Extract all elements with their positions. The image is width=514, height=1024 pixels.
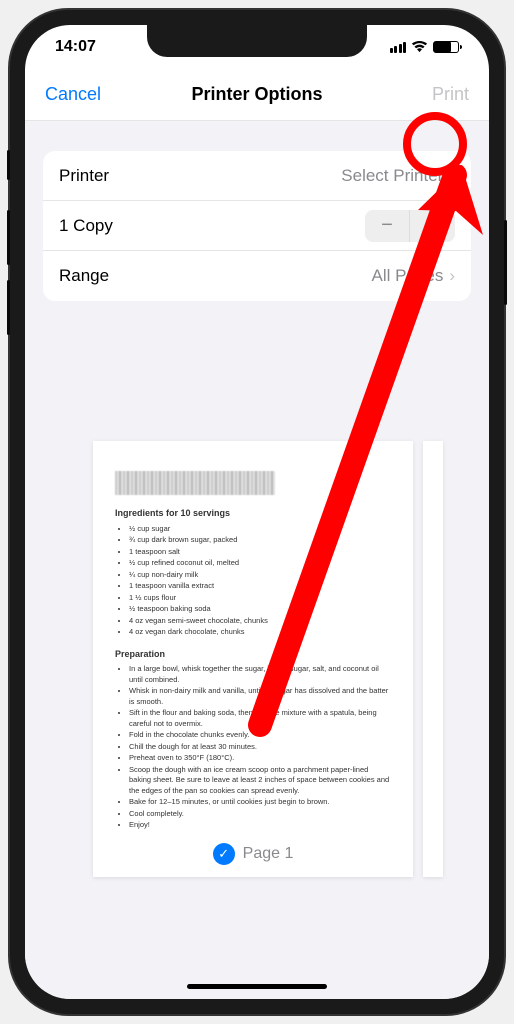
list-item: 4 oz vegan semi-sweet chocolate, chunks (129, 616, 391, 627)
list-item: Bake for 12–15 minutes, or until cookies… (129, 797, 391, 808)
copies-label: 1 Copy (59, 216, 113, 236)
wifi-icon (411, 41, 428, 53)
list-item: Chill the dough for at least 30 minutes. (129, 742, 391, 753)
preparation-heading: Preparation (115, 648, 391, 661)
preview-area[interactable]: Ingredients for 10 servings ½ cup sugar¾… (43, 441, 471, 877)
list-item: Cool completely. (129, 809, 391, 820)
cancel-button[interactable]: Cancel (45, 84, 101, 105)
list-item: Scoop the dough with an ice cream scoop … (129, 765, 391, 797)
list-item: 4 oz vegan dark chocolate, chunks (129, 627, 391, 638)
list-item: Fold in the chocolate chunks evenly. (129, 730, 391, 741)
list-item: 1 ½ cups flour (129, 593, 391, 604)
list-item: ¾ cup dark brown sugar, packed (129, 535, 391, 546)
list-item: Enjoy! (129, 820, 391, 831)
range-label: Range (59, 266, 109, 286)
redacted-title (115, 471, 275, 495)
list-item: Sift in the flour and baking soda, then … (129, 708, 391, 729)
copies-stepper: − + (365, 210, 455, 242)
status-time: 14:07 (55, 38, 96, 56)
copies-row: 1 Copy − + (43, 201, 471, 251)
list-item: 1 teaspoon vanilla extract (129, 581, 391, 592)
printer-row[interactable]: Printer Select Printer › (43, 151, 471, 201)
notch (147, 25, 367, 57)
battery-icon (433, 41, 459, 53)
list-item: ¼ cup non-dairy milk (129, 570, 391, 581)
content-area: Printer Select Printer › 1 Copy − + Rang… (25, 121, 489, 999)
chevron-right-icon: › (449, 166, 455, 186)
ingredients-list: ½ cup sugar¾ cup dark brown sugar, packe… (115, 524, 391, 638)
list-item: 1 teaspoon salt (129, 547, 391, 558)
range-value: All Pages (372, 266, 444, 286)
checkmark-icon: ✓ (213, 843, 235, 865)
power-button (504, 220, 507, 305)
screen: 14:07 Cancel Printer Options Print Print… (25, 25, 489, 999)
list-item: Whisk in non-dairy milk and vanilla, unt… (129, 686, 391, 707)
nav-bar: Cancel Printer Options Print (25, 69, 489, 121)
stepper-plus-button[interactable]: + (410, 210, 455, 242)
stepper-minus-button[interactable]: − (365, 210, 410, 242)
list-item: ½ teaspoon baking soda (129, 604, 391, 615)
status-icons (390, 41, 460, 53)
cellular-signal-icon (390, 42, 407, 53)
print-button[interactable]: Print (432, 84, 469, 105)
list-item: Preheat oven to 350°F (180°C). (129, 753, 391, 764)
list-item: ½ cup sugar (129, 524, 391, 535)
preparation-list: In a large bowl, whisk together the suga… (115, 664, 391, 831)
home-indicator[interactable] (187, 984, 327, 989)
next-page-preview[interactable] (423, 441, 443, 877)
page-indicator[interactable]: ✓ Page 1 (115, 843, 391, 865)
range-row[interactable]: Range All Pages › (43, 251, 471, 301)
phone-frame: 14:07 Cancel Printer Options Print Print… (10, 10, 504, 1014)
printer-label: Printer (59, 166, 109, 186)
settings-group: Printer Select Printer › 1 Copy − + Rang… (43, 151, 471, 301)
volume-up-button (7, 210, 10, 265)
chevron-right-icon: › (449, 266, 455, 286)
page-preview[interactable]: Ingredients for 10 servings ½ cup sugar¾… (93, 441, 413, 877)
printer-value: Select Printer (341, 166, 443, 186)
volume-down-button (7, 280, 10, 335)
list-item: ½ cup refined coconut oil, melted (129, 558, 391, 569)
page-title: Printer Options (191, 84, 322, 105)
ingredients-heading: Ingredients for 10 servings (115, 507, 391, 520)
list-item: In a large bowl, whisk together the suga… (129, 664, 391, 685)
silent-switch (7, 150, 10, 180)
page-label: Page 1 (243, 843, 294, 865)
